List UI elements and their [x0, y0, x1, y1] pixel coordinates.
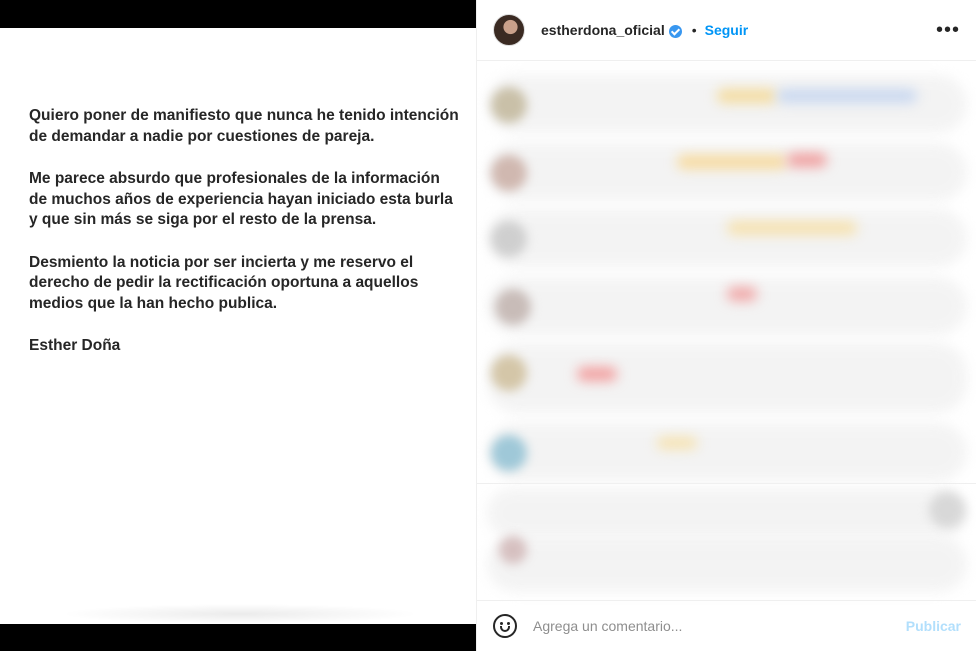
more-options-icon[interactable]: •••	[936, 19, 960, 42]
blurred-highlight	[787, 153, 827, 167]
statement-paragraph-2: Me parece absurdo que profesionales de l…	[29, 170, 453, 228]
comment-input[interactable]	[533, 618, 898, 634]
likes-section-blurred	[477, 483, 976, 600]
blurred-comment-row	[487, 75, 967, 133]
blurred-comment-row	[487, 343, 967, 413]
emoji-icon[interactable]	[493, 614, 517, 638]
statement-signature: Esther Doña	[29, 337, 121, 354]
blurred-comment-row	[487, 209, 967, 267]
blurred-avatar	[495, 289, 531, 325]
blurred-avatar	[491, 87, 527, 123]
blurred-avatar	[491, 221, 527, 257]
blurred-highlight	[657, 437, 697, 449]
blurred-avatar	[491, 435, 527, 471]
statement-paragraph-3: Desmiento la noticia por ser incierta y …	[29, 253, 419, 312]
blurred-avatar	[491, 355, 527, 391]
blurred-highlight	[727, 287, 757, 301]
blurred-comment-row	[487, 277, 967, 335]
blurred-highlight	[777, 89, 917, 103]
blurred-highlight	[727, 221, 857, 235]
blurred-action-row	[487, 488, 967, 538]
post-image: Quiero poner de manifiesto que nunca he …	[0, 0, 476, 651]
comments-list-blurred[interactable]	[477, 61, 976, 483]
publish-button[interactable]: Publicar	[906, 618, 961, 634]
blurred-comment-row	[487, 423, 967, 481]
blurred-like-avatar	[499, 536, 527, 564]
avatar[interactable]	[493, 14, 525, 46]
comment-composer: Publicar	[477, 600, 976, 651]
separator-dot: •	[691, 22, 697, 38]
follow-button[interactable]: Seguir	[705, 22, 749, 38]
verified-badge-icon	[668, 24, 682, 38]
blurred-highlight	[677, 155, 787, 169]
post-side-panel: estherdona_oficial • Seguir ••• Agrega u…	[476, 0, 976, 651]
post-header: estherdona_oficial • Seguir •••	[477, 0, 976, 61]
statement-document: Quiero poner de manifiesto que nunca he …	[0, 28, 476, 624]
blurred-avatar	[491, 155, 527, 191]
blurred-comment-row	[487, 143, 967, 201]
username-link[interactable]: estherdona_oficial	[541, 22, 665, 38]
blurred-highlight	[577, 367, 617, 381]
blurred-likes-row	[487, 536, 967, 592]
blurred-highlight	[717, 89, 777, 103]
blurred-bookmark	[929, 492, 965, 528]
statement-paragraph-1: Quiero poner de manifiesto que nunca he …	[29, 107, 459, 145]
paper-shadow	[60, 604, 420, 624]
